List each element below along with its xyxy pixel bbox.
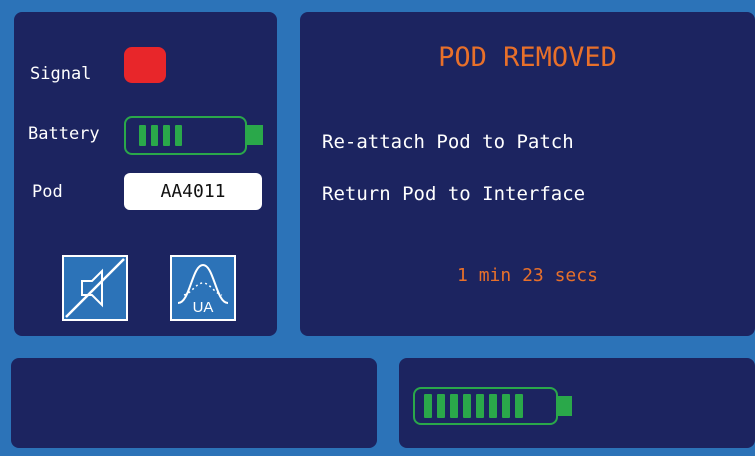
battery-cell: [450, 394, 458, 418]
battery-cell: [502, 394, 510, 418]
uterine-activity-icon: UA: [177, 263, 229, 316]
uterine-activity-button[interactable]: UA: [170, 255, 236, 321]
battery-cell: [175, 125, 182, 146]
pod-id-field: AA4011: [124, 173, 262, 210]
instruction-reattach: Re-attach Pod to Patch: [322, 131, 574, 153]
battery-cell: [437, 394, 445, 418]
battery-cell: [515, 394, 523, 418]
ua-label: UA: [193, 299, 214, 316]
mute-button[interactable]: [62, 255, 128, 321]
signal-label: Signal: [30, 64, 92, 84]
speaker-muted-icon: [65, 258, 125, 318]
battery-label: Battery: [28, 124, 100, 144]
battery-cell: [476, 394, 484, 418]
signal-indicator: [124, 47, 166, 83]
footer-right-panel: [399, 358, 755, 448]
countdown-timer: 1 min 23 secs: [457, 265, 598, 286]
battery-cell: [424, 394, 432, 418]
battery-terminal: [558, 396, 572, 416]
status-panel: Signal Battery Pod AA4011 UA: [14, 12, 277, 336]
battery-cell: [489, 394, 497, 418]
footer-left-panel: [11, 358, 377, 448]
alert-title: POD REMOVED: [438, 42, 617, 73]
battery-terminal: [247, 125, 263, 145]
instruction-return: Return Pod to Interface: [322, 183, 586, 205]
pod-battery-indicator: [124, 116, 263, 155]
battery-cell: [151, 125, 158, 146]
interface-battery-indicator: [413, 387, 572, 425]
battery-cell: [163, 125, 170, 146]
battery-cell: [463, 394, 471, 418]
battery-cell: [139, 125, 146, 146]
alert-panel: POD REMOVED Re-attach Pod to Patch Retur…: [300, 12, 755, 336]
pod-label: Pod: [32, 182, 63, 202]
